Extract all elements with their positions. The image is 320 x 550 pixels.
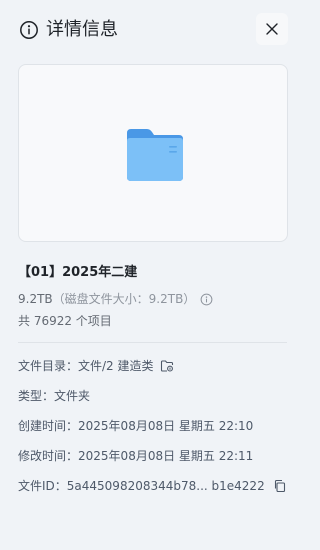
type-value: 文件夹 <box>54 389 91 403</box>
info-circle-icon <box>20 21 38 39</box>
panel-title: 详情信息 <box>46 19 118 40</box>
file-size: 9.2TB <box>18 292 53 306</box>
directory-label: 文件目录： <box>18 359 79 373</box>
file-size-line: 9.2TB （磁盘文件大小：9.2TB） <box>18 290 213 308</box>
directory-value: 文件/2 建造类 <box>78 359 154 373</box>
created-value: 2025年08月08日 星期五 22:10 <box>78 419 254 433</box>
close-button[interactable] <box>256 13 288 45</box>
detail-row-directory: 文件目录： 文件/2 建造类 <box>18 357 174 375</box>
file-id-value: 5a445098208344b78... b1e4222 <box>66 479 265 493</box>
close-icon <box>266 23 278 35</box>
detail-row-type: 类型： 文件夹 <box>18 387 90 405</box>
file-name: 【01】2025年二建 <box>18 265 138 280</box>
detail-row-modified: 修改时间： 2025年08月08日 星期五 22:11 <box>18 447 253 465</box>
detail-row-file-id: 文件ID： 5a445098208344b78... b1e4222 <box>18 477 287 495</box>
panel-header: 详情信息 <box>0 0 310 60</box>
info-circle-icon[interactable] <box>200 293 213 306</box>
item-count: 共 76922 个项目 <box>18 314 112 328</box>
folder-icon <box>127 129 183 181</box>
type-label: 类型： <box>18 389 55 403</box>
detail-row-created: 创建时间： 2025年08月08日 星期五 22:10 <box>18 417 253 435</box>
file-preview <box>18 64 288 242</box>
modified-value: 2025年08月08日 星期五 22:11 <box>78 449 254 463</box>
file-id-label: 文件ID： <box>18 479 67 493</box>
disk-size-note: （磁盘文件大小：9.2TB） <box>52 292 196 306</box>
open-folder-link-icon[interactable] <box>160 359 174 373</box>
modified-label: 修改时间： <box>18 449 79 463</box>
divider <box>18 342 287 343</box>
copy-icon[interactable] <box>273 479 287 493</box>
created-label: 创建时间： <box>18 419 79 433</box>
